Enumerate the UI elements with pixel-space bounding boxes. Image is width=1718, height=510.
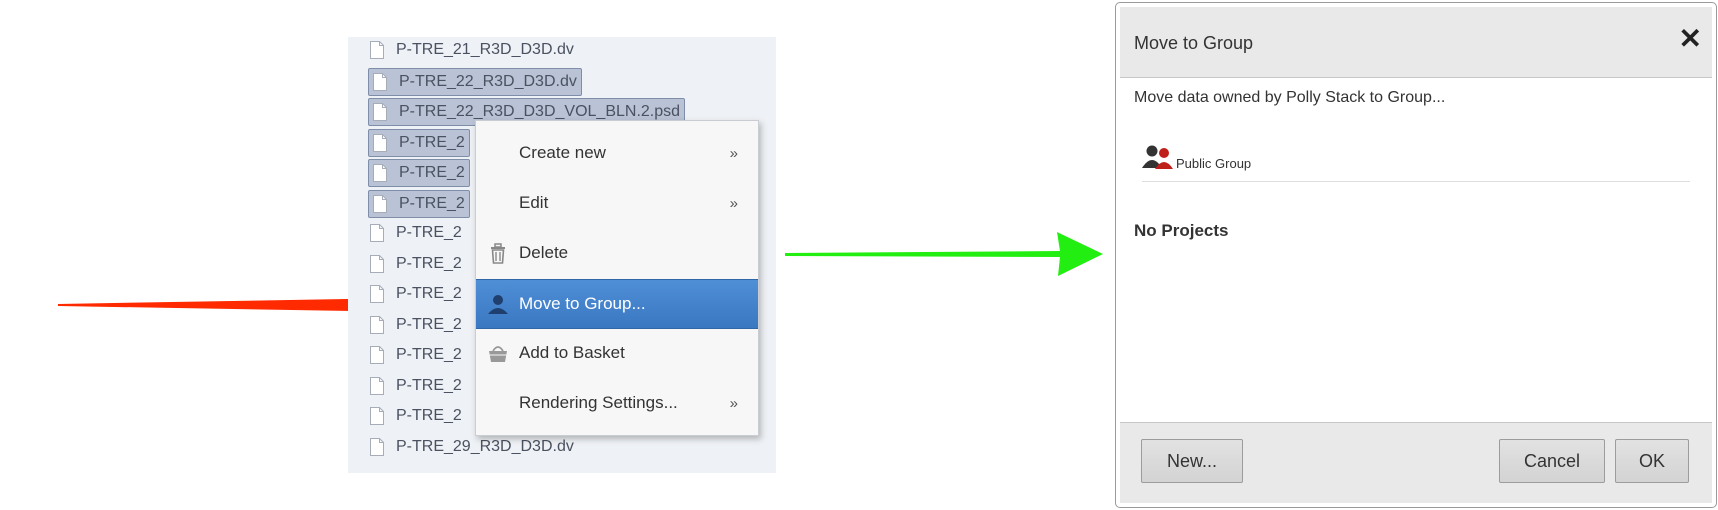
- file-tree-item[interactable]: P-TRE_2: [368, 189, 470, 218]
- submenu-arrow-icon: »: [729, 144, 738, 162]
- file-tree-item[interactable]: P-TRE_2: [370, 373, 462, 399]
- file-name: P-TRE_22_R3D_D3D.dv: [399, 72, 577, 90]
- file-tree-item[interactable]: P-TRE_2: [368, 128, 470, 157]
- dialog-intro-text: Move data owned by Polly Stack to Group.…: [1134, 89, 1446, 106]
- file-tree-item[interactable]: P-TRE_2: [370, 220, 462, 246]
- file-name: P-TRE_29_R3D_D3D.dv: [396, 437, 574, 455]
- file-name: P-TRE_2: [396, 285, 462, 302]
- file-tree-item[interactable]: P-TRE_2: [370, 403, 462, 429]
- menu-item-delete[interactable]: Delete: [476, 229, 758, 277]
- menu-item-label: Create new: [519, 143, 606, 162]
- group-icon: [1142, 145, 1173, 169]
- file-name: P-TRE_2: [396, 407, 462, 424]
- file-name: P-TRE_2: [396, 254, 462, 272]
- menu-item-label: Delete: [519, 243, 569, 262]
- new-button[interactable]: New...: [1141, 439, 1243, 483]
- file-name: P-TRE_2: [396, 376, 462, 394]
- file-icon: [370, 41, 384, 59]
- file-icon: [370, 254, 384, 273]
- file-name: P-TRE_2: [396, 315, 462, 333]
- menu-item-add-to-basket[interactable]: Add to Basket: [476, 329, 758, 377]
- context-menu: Create new » Edit » Delete Move to Group…: [475, 120, 759, 436]
- file-icon: [373, 164, 387, 182]
- dialog-title: Move to Group: [1134, 33, 1254, 53]
- green-arrow: [785, 232, 1103, 276]
- file-icon: [370, 224, 384, 242]
- file-tree-item[interactable]: P-TRE_2: [370, 342, 462, 368]
- basket-icon: [489, 346, 507, 362]
- file-icon: [373, 72, 387, 91]
- file-icon: [370, 376, 384, 395]
- dialog-header: Move to Group ✕: [1120, 7, 1712, 78]
- submenu-arrow-icon: »: [729, 394, 738, 412]
- group-label: Public Group: [1176, 155, 1252, 171]
- file-icon: [370, 407, 384, 425]
- file-name: P-TRE_2: [396, 224, 462, 241]
- file-tree-item[interactable]: P-TRE_21_R3D_D3D.dv: [370, 37, 574, 63]
- file-icon: [373, 103, 387, 121]
- cancel-button[interactable]: Cancel: [1499, 439, 1605, 483]
- file-tree-item[interactable]: P-TRE_22_R3D_D3D.dv: [368, 67, 582, 96]
- group-item-public[interactable]: Public Group: [1142, 139, 1690, 182]
- file-icon: [370, 437, 384, 456]
- move-to-group-dialog: Move to Group ✕ Move data owned by Polly…: [1115, 2, 1717, 508]
- user-icon: [488, 295, 508, 314]
- file-tree-item[interactable]: P-TRE_29_R3D_D3D.dv: [370, 434, 574, 460]
- menu-item-label: Add to Basket: [519, 343, 625, 362]
- file-tree-item[interactable]: P-TRE_2: [368, 159, 470, 187]
- file-name: P-TRE_2: [399, 164, 465, 181]
- file-tree-item[interactable]: P-TRE_2: [370, 281, 462, 307]
- file-name: P-TRE_2: [399, 133, 465, 151]
- menu-item-label: Move to Group...: [519, 294, 646, 313]
- file-icon: [373, 133, 387, 152]
- file-tree-item[interactable]: P-TRE_2: [370, 251, 462, 277]
- menu-item-rendering-settings[interactable]: Rendering Settings... »: [476, 379, 758, 427]
- file-name: P-TRE_22_R3D_D3D_VOL_BLN.2.psd: [399, 103, 681, 120]
- trash-icon: [491, 243, 505, 264]
- menu-item-label: Edit: [519, 193, 549, 212]
- dialog-footer: New... Cancel OK: [1120, 422, 1712, 503]
- submenu-arrow-icon: »: [729, 194, 738, 212]
- file-icon: [373, 194, 387, 213]
- no-projects-text: No Projects: [1134, 221, 1229, 240]
- menu-item-move-to-group[interactable]: Move to Group...: [476, 279, 758, 329]
- file-icon: [370, 346, 384, 364]
- menu-item-edit[interactable]: Edit »: [476, 179, 758, 227]
- file-name: P-TRE_21_R3D_D3D.dv: [396, 41, 574, 58]
- menu-item-label: Rendering Settings...: [519, 393, 678, 412]
- file-tree-item[interactable]: P-TRE_2: [370, 312, 462, 338]
- file-icon: [370, 285, 384, 303]
- file-name: P-TRE_2: [399, 194, 465, 212]
- file-name: P-TRE_2: [396, 346, 462, 363]
- menu-item-create-new[interactable]: Create new »: [476, 129, 758, 177]
- file-icon: [370, 315, 384, 334]
- ok-button[interactable]: OK: [1615, 439, 1689, 483]
- close-icon[interactable]: ✕: [1679, 25, 1702, 53]
